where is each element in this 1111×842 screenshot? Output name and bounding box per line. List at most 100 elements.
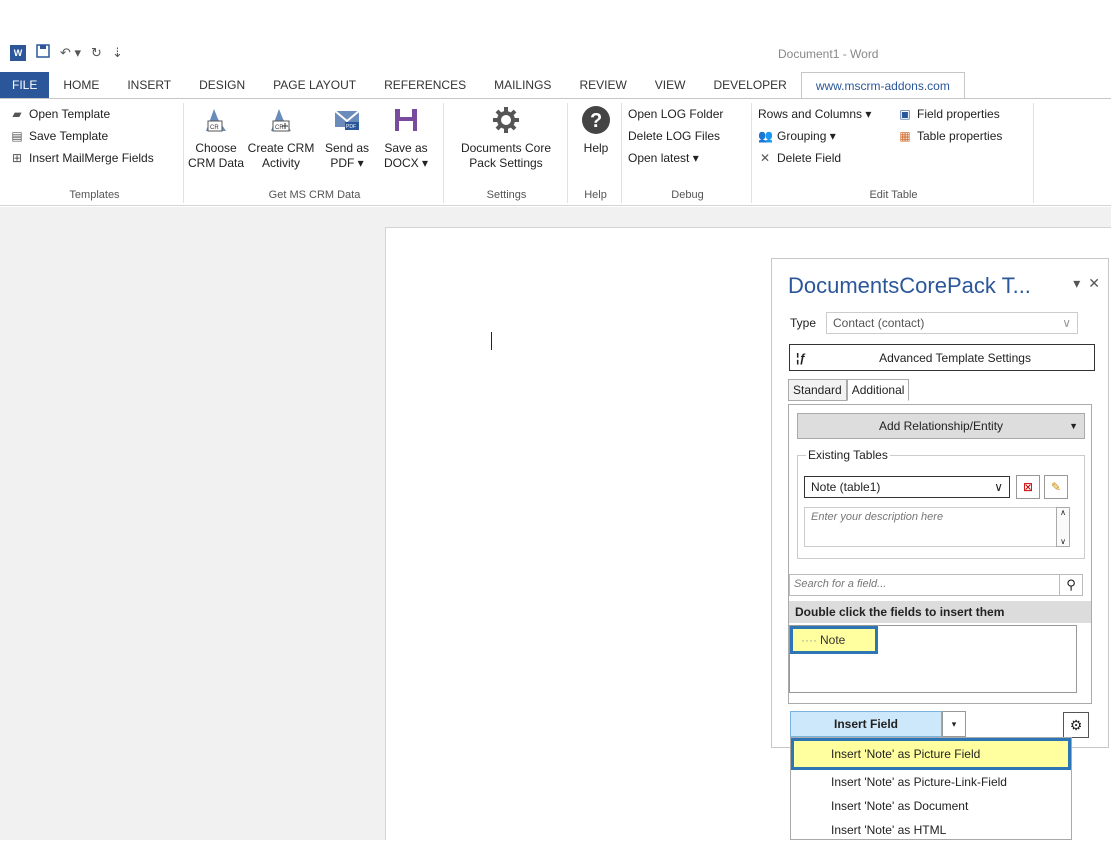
tab-insert[interactable]: INSERT bbox=[113, 72, 185, 98]
tab-review[interactable]: REVIEW bbox=[565, 72, 640, 98]
advanced-template-settings-button[interactable]: ¦ƒ Advanced Template Settings bbox=[789, 344, 1095, 371]
create-crm-activity-button[interactable]: CR Create CRM Activity bbox=[246, 105, 316, 171]
pane-controls: ▾ ✕ bbox=[1073, 275, 1100, 292]
quick-access-toolbar: W ↶ ▾ ↻ ⇣ bbox=[10, 44, 123, 61]
dcp-settings-button[interactable]: Documents Core Pack Settings bbox=[454, 105, 558, 171]
delete-table-icon: ⊠ bbox=[1022, 480, 1034, 494]
tab-page-layout[interactable]: PAGE LAYOUT bbox=[259, 72, 370, 98]
description-field[interactable]: Enter your description here bbox=[804, 507, 1070, 547]
scroll-down-icon: ∨ bbox=[1060, 537, 1066, 546]
existing-tables-label: Existing Tables bbox=[806, 448, 890, 462]
save-docx-icon bbox=[391, 105, 421, 135]
create-activity-icon: CR bbox=[266, 105, 296, 135]
rows-columns-button[interactable]: Rows and Columns ▾ bbox=[754, 103, 871, 125]
save-as-docx-button[interactable]: Save as DOCX ▾ bbox=[378, 105, 434, 171]
group-label-templates: Templates bbox=[69, 189, 120, 201]
chevron-down-icon: ∨ bbox=[994, 480, 1003, 494]
choose-crm-data-button[interactable]: CR Choose CRM Data bbox=[188, 105, 244, 171]
additional-tab-body: Add Relationship/Entity ▼ Existing Table… bbox=[788, 404, 1092, 704]
add-relationship-dropdown[interactable]: Add Relationship/Entity ▼ bbox=[797, 413, 1085, 439]
save-template-icon: ▤ bbox=[11, 129, 23, 143]
folder-icon: ▰ bbox=[12, 107, 22, 121]
mailmerge-icon: ⊞ bbox=[11, 151, 23, 165]
tab-view[interactable]: VIEW bbox=[641, 72, 700, 98]
tab-design[interactable]: DESIGN bbox=[185, 72, 259, 98]
open-template-button[interactable]: ▰ Open Template bbox=[6, 103, 183, 125]
delete-field-button[interactable]: ✕ Delete Field bbox=[754, 147, 871, 169]
pane-options-icon[interactable]: ▾ bbox=[1073, 275, 1080, 292]
tools-icon: ¦ƒ bbox=[796, 350, 807, 365]
table-properties-icon: ▦ bbox=[899, 129, 911, 143]
group-label-debug: Debug bbox=[671, 189, 704, 201]
table-select[interactable]: Note (table1) ∨ bbox=[804, 476, 1010, 498]
menu-item-picture-field[interactable]: Insert 'Note' as Picture Field bbox=[791, 738, 1071, 770]
delete-table-button[interactable]: ⊠ bbox=[1016, 475, 1040, 499]
field-search-input[interactable]: Search for a field... bbox=[789, 574, 1083, 596]
field-properties-icon: ▣ bbox=[899, 107, 911, 121]
edit-table-button[interactable]: ✎ bbox=[1044, 475, 1068, 499]
scroll-up-icon: ∧ bbox=[1060, 508, 1066, 517]
field-list-header: Double click the fields to insert them bbox=[789, 601, 1091, 623]
redo-icon[interactable]: ↻ bbox=[91, 45, 102, 61]
group-debug: Open LOG Folder Delete LOG Files Open la… bbox=[624, 103, 752, 203]
mail-pdf-icon: PDF bbox=[332, 105, 362, 135]
group-settings: Documents Core Pack Settings Settings bbox=[446, 103, 568, 203]
dropdown-arrow-icon: ▾ bbox=[951, 718, 957, 729]
tab-file[interactable]: FILE bbox=[0, 72, 50, 98]
search-button[interactable]: ⚲ bbox=[1059, 574, 1083, 596]
menu-item-picture-link-field[interactable]: Insert 'Note' as Picture-Link-Field bbox=[791, 770, 1071, 794]
description-scrollbar[interactable]: ∧ ∨ bbox=[1056, 507, 1070, 547]
open-log-folder-button[interactable]: Open LOG Folder bbox=[624, 103, 751, 125]
tab-additional[interactable]: Additional bbox=[846, 379, 910, 401]
svg-text:PDF: PDF bbox=[346, 124, 356, 130]
pane-title: DocumentsCorePack T... bbox=[788, 273, 1031, 298]
table-properties-button[interactable]: ▦ Table properties bbox=[894, 125, 1002, 147]
search-icon: ⚲ bbox=[1066, 577, 1076, 592]
field-properties-button[interactable]: ▣ Field properties bbox=[894, 103, 1002, 125]
window-title: Document1 - Word bbox=[778, 47, 879, 61]
tab-developer[interactable]: DEVELOPER bbox=[699, 72, 800, 98]
tab-home[interactable]: HOME bbox=[49, 72, 113, 98]
menu-item-document[interactable]: Insert 'Note' as Document bbox=[791, 794, 1071, 818]
word-icon[interactable]: W bbox=[10, 44, 26, 61]
tab-mscrm-addons[interactable]: www.mscrm-addons.com bbox=[800, 72, 965, 98]
tab-references[interactable]: REFERENCES bbox=[370, 72, 480, 98]
menu-item-html[interactable]: Insert 'Note' as HTML bbox=[791, 818, 1071, 842]
save-template-button[interactable]: ▤ Save Template bbox=[6, 125, 183, 147]
undo-icon[interactable]: ↶ ▾ bbox=[60, 45, 81, 61]
title-bar: W ↶ ▾ ↻ ⇣ Document1 - Word bbox=[0, 0, 1111, 68]
type-select[interactable]: Contact (contact) ∨ bbox=[826, 312, 1079, 334]
documentscorepack-pane: DocumentsCorePack T... ▾ ✕ Type Contact … bbox=[771, 258, 1109, 748]
ribbon-tabs: FILE HOME INSERT DESIGN PAGE LAYOUT REFE… bbox=[0, 72, 1111, 98]
pane-settings-button[interactable]: ⚙ bbox=[1063, 712, 1089, 738]
group-label-edit-table: Edit Table bbox=[869, 189, 918, 201]
text-cursor bbox=[491, 332, 492, 350]
group-templates: ▰ Open Template ▤ Save Template ⊞ Insert Ma… bbox=[6, 103, 184, 203]
open-latest-button[interactable]: Open latest ▾ bbox=[624, 147, 751, 169]
dropdown-arrow-icon: ▼ bbox=[1069, 421, 1078, 431]
svg-text:?: ? bbox=[590, 110, 602, 132]
help-button[interactable]: ? Help bbox=[576, 105, 616, 156]
delete-log-files-button[interactable]: Delete LOG Files bbox=[624, 125, 751, 147]
type-row: Type Contact (contact) ∨ bbox=[790, 312, 1079, 334]
save-icon[interactable] bbox=[36, 44, 50, 61]
group-label-help: Help bbox=[584, 189, 607, 201]
close-icon[interactable]: ✕ bbox=[1088, 275, 1100, 292]
chevron-down-icon: ∨ bbox=[1062, 316, 1072, 330]
group-label-get-crm-data: Get MS CRM Data bbox=[268, 189, 361, 201]
gear-icon: ⚙ bbox=[1069, 716, 1083, 733]
customize-icon[interactable]: ⇣ bbox=[112, 45, 123, 61]
type-label: Type bbox=[790, 316, 817, 330]
group-edit-table: Rows and Columns ▾ 👥 Grouping ▾ ✕ Delete F… bbox=[754, 103, 1034, 203]
field-list: ···· Note bbox=[789, 625, 1077, 693]
grouping-button[interactable]: 👥 Grouping ▾ bbox=[754, 125, 871, 147]
insert-field-button[interactable]: Insert Field bbox=[790, 711, 942, 737]
tab-standard[interactable]: Standard bbox=[788, 379, 847, 401]
pencil-icon: ✎ bbox=[1050, 480, 1062, 494]
choose-data-icon: CR bbox=[201, 105, 231, 135]
field-item-note[interactable]: ···· Note bbox=[790, 626, 878, 654]
insert-mailmerge-button[interactable]: ⊞ Insert MailMerge Fields bbox=[6, 147, 183, 169]
insert-field-dropdown-button[interactable]: ▾ bbox=[942, 711, 966, 737]
tab-mailings[interactable]: MAILINGS bbox=[480, 72, 565, 98]
send-as-pdf-button[interactable]: PDF Send as PDF ▾ bbox=[320, 105, 374, 171]
